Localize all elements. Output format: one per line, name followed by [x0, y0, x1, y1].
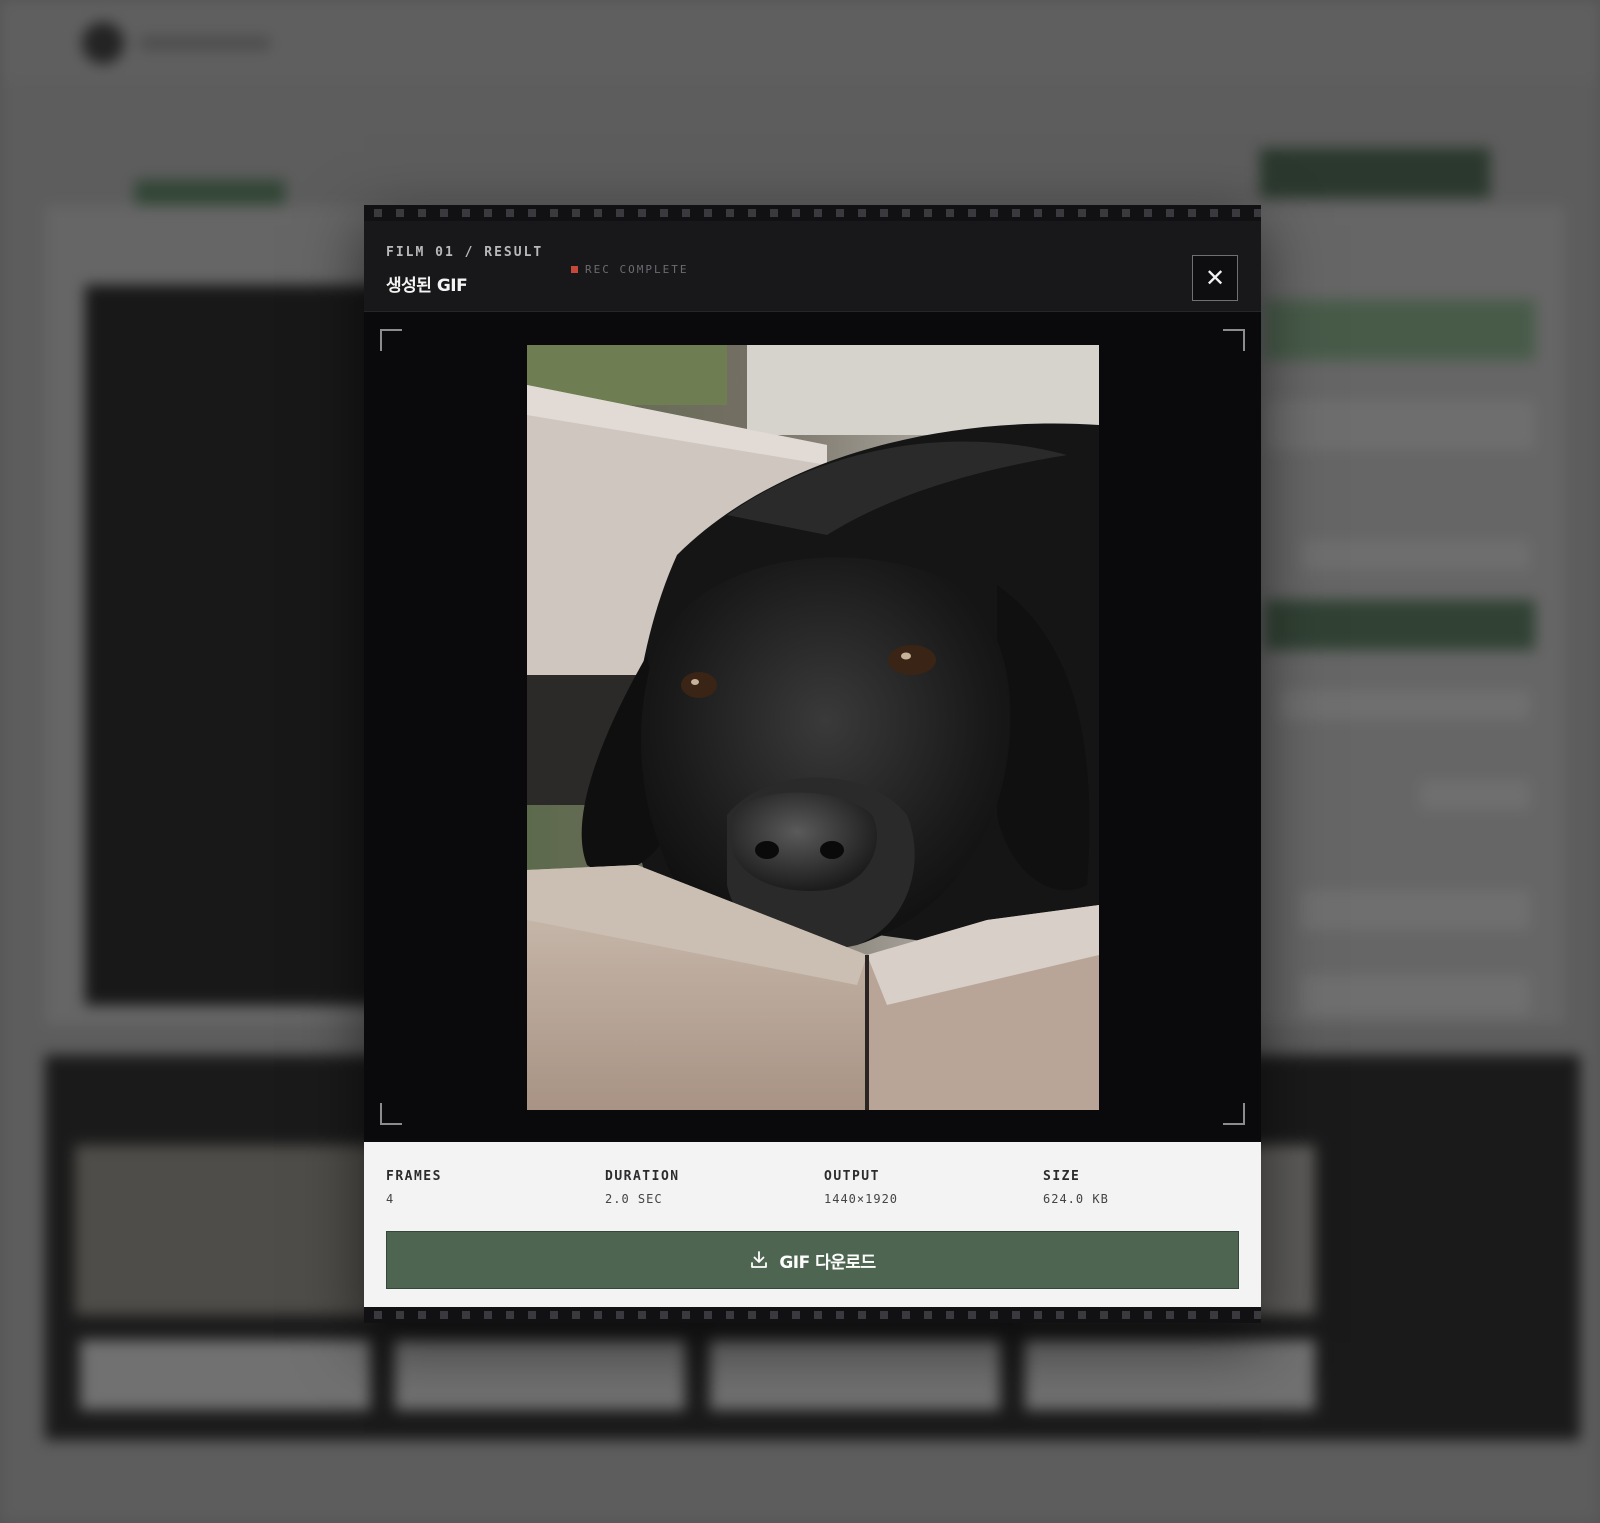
viewfinder-corner-bottom-right — [1223, 1103, 1245, 1125]
film-sprocket-bottom — [364, 1307, 1261, 1323]
stat-size: SIZE 624.0 KB — [1043, 1169, 1109, 1206]
stat-output-value: 1440×1920 — [824, 1192, 899, 1206]
stat-frames-label: FRAMES — [386, 1169, 442, 1184]
stat-frames-value: 4 — [386, 1192, 395, 1206]
viewfinder-corner-bottom-left — [380, 1103, 402, 1125]
rec-status-label: REC COMPLETE — [585, 263, 689, 276]
result-modal: FILM 01 / RESULT 생성된 GIF REC COMPLETE ✕ — [364, 205, 1261, 1323]
film-label: FILM 01 / RESULT — [386, 245, 544, 260]
stat-duration: DURATION 2.0 SEC — [605, 1169, 680, 1206]
rec-status: REC COMPLETE — [571, 263, 688, 276]
viewfinder-corner-top-left — [380, 329, 402, 351]
stat-duration-label: DURATION — [605, 1169, 680, 1184]
gif-info-panel: FRAMES 4 DURATION 2.0 SEC OUTPUT 1440×19… — [364, 1142, 1261, 1307]
modal-header: FILM 01 / RESULT 생성된 GIF REC COMPLETE ✕ — [364, 221, 1261, 312]
stat-output: OUTPUT 1440×1920 — [824, 1169, 898, 1206]
download-icon — [751, 1251, 768, 1268]
stat-output-label: OUTPUT — [824, 1169, 880, 1184]
dog-photo — [527, 345, 1099, 1110]
stat-duration-value: 2.0 SEC — [605, 1192, 663, 1206]
film-sprocket-top — [364, 205, 1261, 221]
modal-title: 생성된 GIF — [386, 276, 468, 296]
stat-size-value: 624.0 KB — [1043, 1192, 1109, 1206]
stat-frames: FRAMES 4 — [386, 1169, 442, 1206]
close-button[interactable]: ✕ — [1192, 255, 1238, 301]
stat-size-label: SIZE — [1043, 1169, 1081, 1184]
rec-indicator-icon — [571, 266, 578, 273]
download-gif-button[interactable]: GIF 다운로드 — [386, 1231, 1239, 1289]
download-button-label: GIF 다운로드 — [779, 1252, 876, 1273]
gif-preview-image — [527, 345, 1099, 1110]
viewfinder-corner-top-right — [1223, 329, 1245, 351]
close-icon: ✕ — [1204, 264, 1226, 292]
gif-viewer — [364, 312, 1261, 1142]
